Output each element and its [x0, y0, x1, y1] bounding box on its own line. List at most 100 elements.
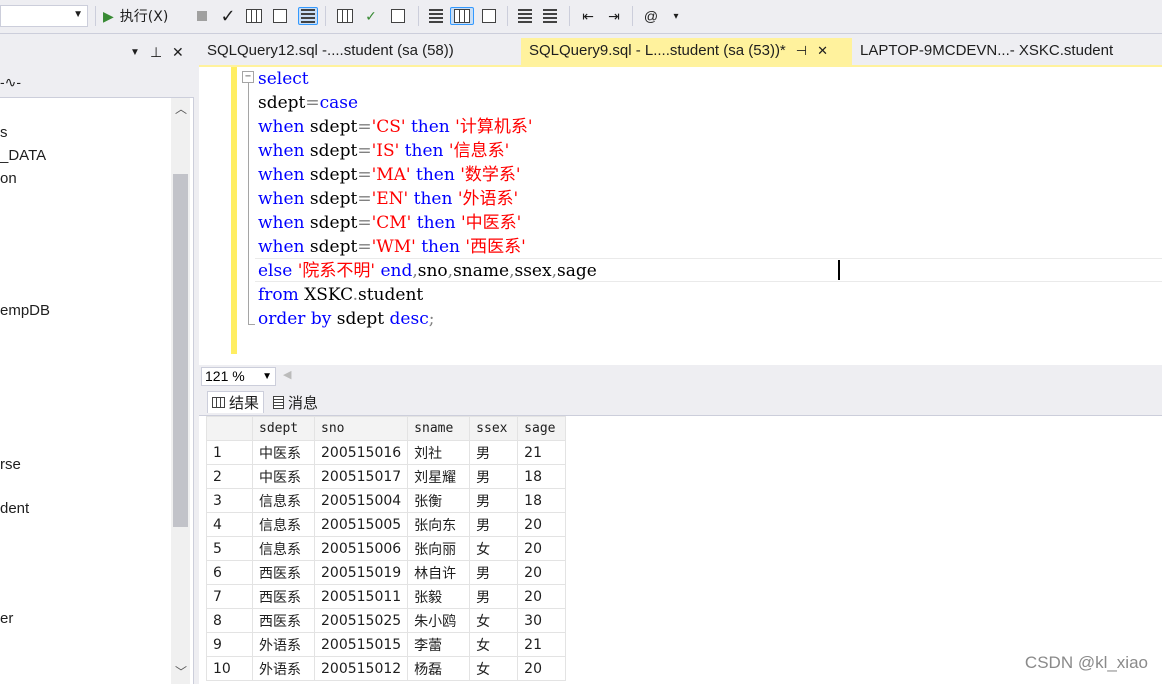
- zoom-select[interactable]: 121 % ▼: [201, 367, 276, 386]
- query-designer-button[interactable]: [270, 7, 290, 25]
- table-cell[interactable]: 林自许: [407, 560, 471, 585]
- decrease-indent-button[interactable]: ⇤: [578, 7, 598, 25]
- close-icon[interactable]: ✕: [172, 44, 184, 61]
- table-cell[interactable]: 18: [517, 464, 567, 489]
- scrollbar-thumb[interactable]: [173, 174, 188, 527]
- table-cell[interactable]: 女: [469, 608, 519, 633]
- scroll-left-icon[interactable]: ◀: [283, 368, 291, 381]
- column-header[interactable]: sname: [407, 416, 471, 441]
- tree-item[interactable]: s: [0, 124, 8, 141]
- row-number[interactable]: 3: [206, 488, 253, 513]
- table-cell[interactable]: 张向东: [407, 512, 471, 537]
- table-cell[interactable]: 西医系: [252, 608, 315, 633]
- table-cell[interactable]: 21: [517, 632, 567, 657]
- table-cell[interactable]: 200515004: [313, 488, 409, 513]
- dropdown-icon[interactable]: ▼: [130, 47, 140, 58]
- stop-button[interactable]: [192, 7, 212, 25]
- table-cell[interactable]: 200515012: [313, 656, 409, 681]
- table-row[interactable]: 10 外语系 200515012 杨磊女 20: [206, 656, 567, 681]
- row-number[interactable]: 9: [206, 632, 253, 657]
- table-cell[interactable]: 女: [469, 536, 519, 561]
- table-cell[interactable]: 20: [517, 536, 567, 561]
- activity-icon[interactable]: -∿-: [0, 74, 21, 91]
- row-number[interactable]: 8: [206, 608, 253, 633]
- table-cell[interactable]: 男: [469, 512, 519, 537]
- close-icon[interactable]: ✕: [817, 43, 828, 58]
- results-to-file-button[interactable]: [479, 7, 499, 25]
- table-row[interactable]: 1 中医系 200515016 刘社男 21: [206, 440, 567, 465]
- table-cell[interactable]: 男: [469, 584, 519, 609]
- tab-xskc-student[interactable]: LAPTOP-9MCDEVN...- XSKC.student: [852, 38, 1162, 65]
- pin-icon[interactable]: ⊥: [150, 44, 162, 61]
- table-cell[interactable]: 200515005: [313, 512, 409, 537]
- table-row[interactable]: 7 西医系 200515011 张毅男 20: [206, 584, 567, 609]
- table-cell[interactable]: 刘社: [407, 440, 471, 465]
- table-cell[interactable]: 西医系: [252, 560, 315, 585]
- table-row[interactable]: 2 中医系 200515017 刘星耀男 18: [206, 464, 567, 489]
- table-cell[interactable]: 信息系: [252, 512, 315, 537]
- table-cell[interactable]: 200515017: [313, 464, 409, 489]
- table-row[interactable]: 3 信息系 200515004 张衡男 18: [206, 488, 567, 513]
- chevron-up-icon[interactable]: ︿: [175, 100, 187, 117]
- table-cell[interactable]: 20: [517, 560, 567, 585]
- tab-results[interactable]: 结果: [207, 391, 265, 413]
- intellisense-button[interactable]: [298, 7, 318, 25]
- tab-sqlquery12[interactable]: SQLQuery12.sql -....student (sa (58)): [199, 38, 521, 65]
- table-cell[interactable]: 杨磊: [407, 656, 471, 681]
- table-cell[interactable]: 男: [469, 440, 519, 465]
- table-row[interactable]: 4 信息系 200515005 张向东男 20: [206, 512, 567, 537]
- results-to-grid-button[interactable]: [450, 7, 474, 25]
- table-row[interactable]: 8 西医系 200515025 朱小鸥女 30: [206, 608, 567, 633]
- chevron-down-icon[interactable]: ﹀: [175, 663, 187, 680]
- parse-button[interactable]: ✓: [218, 6, 238, 26]
- table-cell[interactable]: 21: [517, 440, 567, 465]
- table-cell[interactable]: 18: [517, 488, 567, 513]
- table-cell[interactable]: 西医系: [252, 584, 315, 609]
- include-plan-button[interactable]: [335, 7, 355, 25]
- table-cell[interactable]: 200515019: [313, 560, 409, 585]
- table-cell[interactable]: 信息系: [252, 488, 315, 513]
- table-cell[interactable]: 李蕾: [407, 632, 471, 657]
- collapse-icon[interactable]: −: [242, 71, 254, 83]
- results-to-text-button[interactable]: [426, 7, 446, 25]
- row-number[interactable]: 7: [206, 584, 253, 609]
- table-cell[interactable]: 200515015: [313, 632, 409, 657]
- table-cell[interactable]: 200515011: [313, 584, 409, 609]
- table-cell[interactable]: 朱小鸥: [407, 608, 471, 633]
- column-header[interactable]: sage: [517, 416, 567, 441]
- table-cell[interactable]: 外语系: [252, 656, 315, 681]
- table-cell[interactable]: 20: [517, 656, 567, 681]
- table-cell[interactable]: 200515006: [313, 536, 409, 561]
- table-cell[interactable]: 中医系: [252, 464, 315, 489]
- table-cell[interactable]: 男: [469, 464, 519, 489]
- table-cell[interactable]: 张衡: [407, 488, 471, 513]
- table-cell[interactable]: 张向丽: [407, 536, 471, 561]
- execute-button[interactable]: ▶ 执行(X): [103, 7, 183, 26]
- table-row[interactable]: 9 外语系 200515015 李蕾女 21: [206, 632, 567, 657]
- row-number[interactable]: 1: [206, 440, 253, 465]
- tree-item[interactable]: dent: [0, 500, 29, 517]
- table-cell[interactable]: 刘星耀: [407, 464, 471, 489]
- table-cell[interactable]: 女: [469, 656, 519, 681]
- table-row[interactable]: 5 信息系 200515006 张向丽女 20: [206, 536, 567, 561]
- table-row[interactable]: 6 西医系 200515019 林自许男 20: [206, 560, 567, 585]
- tab-messages[interactable]: 消息: [269, 391, 322, 413]
- tree-item[interactable]: rse: [0, 456, 21, 473]
- tab-sqlquery9[interactable]: SQLQuery9.sql - L....student (sa (53))* ⊣…: [521, 38, 852, 65]
- object-explorer-scrollbar[interactable]: ︿ ﹀: [171, 98, 190, 684]
- table-cell[interactable]: 外语系: [252, 632, 315, 657]
- table-cell[interactable]: 女: [469, 632, 519, 657]
- table-cell[interactable]: 张毅: [407, 584, 471, 609]
- row-number[interactable]: 4: [206, 512, 253, 537]
- table-cell[interactable]: 男: [469, 560, 519, 585]
- client-stats-button[interactable]: [388, 7, 408, 25]
- database-select[interactable]: ▼: [0, 5, 88, 27]
- pin-icon[interactable]: ⊣: [796, 43, 807, 58]
- tree-item[interactable]: on: [0, 170, 17, 187]
- specify-template-values-button[interactable]: @: [641, 7, 661, 25]
- row-number[interactable]: 2: [206, 464, 253, 489]
- table-cell[interactable]: 30: [517, 608, 567, 633]
- query-editor[interactable]: − select sdept=case when sdept='CS' then '…: [199, 67, 1162, 365]
- row-number[interactable]: 5: [206, 536, 253, 561]
- tree-item[interactable]: _DATA: [0, 147, 46, 164]
